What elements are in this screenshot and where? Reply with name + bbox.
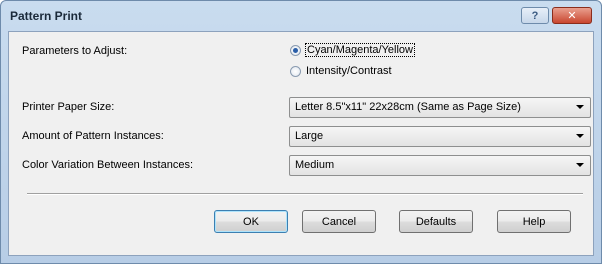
radio-unchecked-icon <box>290 65 301 77</box>
help-button-label: Help <box>522 215 546 228</box>
chevron-down-icon <box>576 134 584 138</box>
titlebar-help-button[interactable]: ? <box>521 7 549 24</box>
ok-button[interactable]: OK <box>214 210 288 233</box>
color-variation-label: Color Variation Between Instances: <box>22 159 193 171</box>
pattern-print-dialog: Pattern Print ? ✕ Parameters to Adjust: … <box>0 0 602 264</box>
parameters-label: Parameters to Adjust: <box>22 45 128 57</box>
cancel-button[interactable]: Cancel <box>302 210 376 233</box>
separator <box>27 193 583 195</box>
question-mark-icon: ? <box>531 9 539 22</box>
cancel-button-label: Cancel <box>321 215 357 228</box>
pattern-amount-label: Amount of Pattern Instances: <box>22 130 164 142</box>
title-bar: Pattern Print ? ✕ <box>1 1 601 31</box>
dialog-body: Parameters to Adjust: Cyan/Magenta/Yello… <box>8 31 594 256</box>
color-variation-value: Medium <box>295 159 335 171</box>
dialog-title: Pattern Print <box>10 9 83 23</box>
chevron-down-icon <box>576 105 584 109</box>
titlebar-close-button[interactable]: ✕ <box>552 7 592 24</box>
paper-size-value: Letter 8.5"x11" 22x28cm (Same as Page Si… <box>295 101 521 113</box>
pattern-amount-value: Large <box>295 130 324 142</box>
paper-size-label: Printer Paper Size: <box>22 101 115 113</box>
close-icon: ✕ <box>567 10 577 22</box>
color-variation-dropdown[interactable]: Medium <box>289 155 591 176</box>
radio-intensity-contrast[interactable]: Intensity/Contrast <box>290 65 392 77</box>
ok-button-label: OK <box>243 215 259 228</box>
radio-label-intensity: Intensity/Contrast <box>306 65 392 77</box>
radio-cyan-magenta-yellow[interactable]: Cyan/Magenta/Yellow <box>290 43 415 57</box>
defaults-button[interactable]: Defaults <box>399 210 473 233</box>
help-button[interactable]: Help <box>497 210 571 233</box>
defaults-button-label: Defaults <box>415 215 457 228</box>
radio-label-cmy: Cyan/Magenta/Yellow <box>305 43 415 57</box>
paper-size-dropdown[interactable]: Letter 8.5"x11" 22x28cm (Same as Page Si… <box>289 97 591 118</box>
radio-checked-icon <box>290 44 301 56</box>
pattern-amount-dropdown[interactable]: Large <box>289 126 591 147</box>
chevron-down-icon <box>576 163 584 167</box>
